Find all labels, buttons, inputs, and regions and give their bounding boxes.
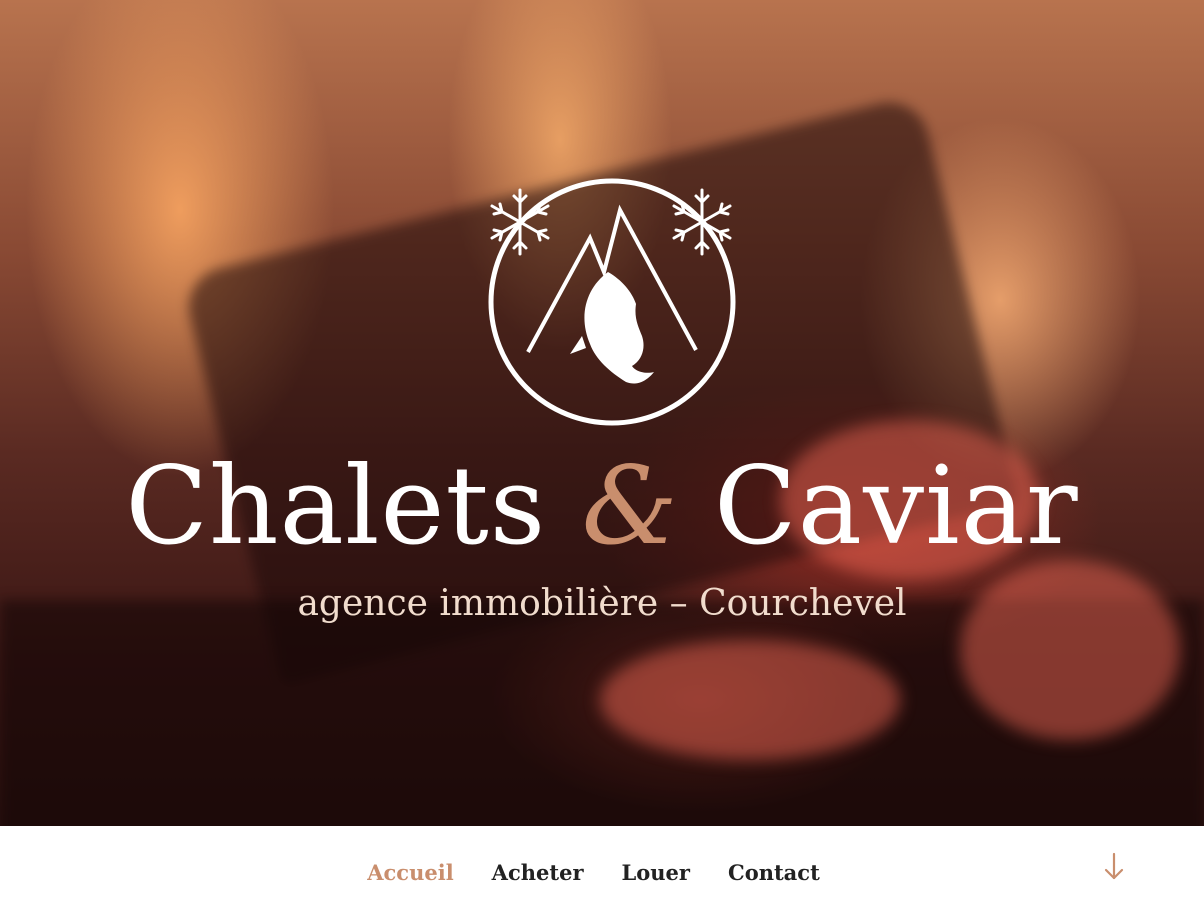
ember-glow — [600, 640, 900, 760]
page-scrollbar[interactable] — [1187, 826, 1204, 918]
site-subtitle: agence immobilière – Courchevel — [297, 583, 907, 624]
nav-item-accueil[interactable]: Accueil — [348, 858, 472, 888]
main-navbar: Accueil Acheter Louer Contact — [0, 826, 1187, 918]
nav-item-acheter[interactable]: Acheter — [473, 858, 603, 888]
arrow-down-icon[interactable] — [1102, 852, 1126, 882]
main-nav: Accueil Acheter Louer Contact — [0, 826, 1187, 918]
site-title: Chalets & Caviar — [0, 442, 1204, 572]
nav-item-louer[interactable]: Louer — [603, 858, 709, 888]
brand-logo — [488, 178, 736, 426]
site-title-ampersand: & — [581, 444, 679, 569]
site-title-part2: Caviar — [714, 444, 1079, 569]
nav-item-contact[interactable]: Contact — [709, 858, 839, 888]
site-title-part1: Chalets — [125, 444, 547, 569]
